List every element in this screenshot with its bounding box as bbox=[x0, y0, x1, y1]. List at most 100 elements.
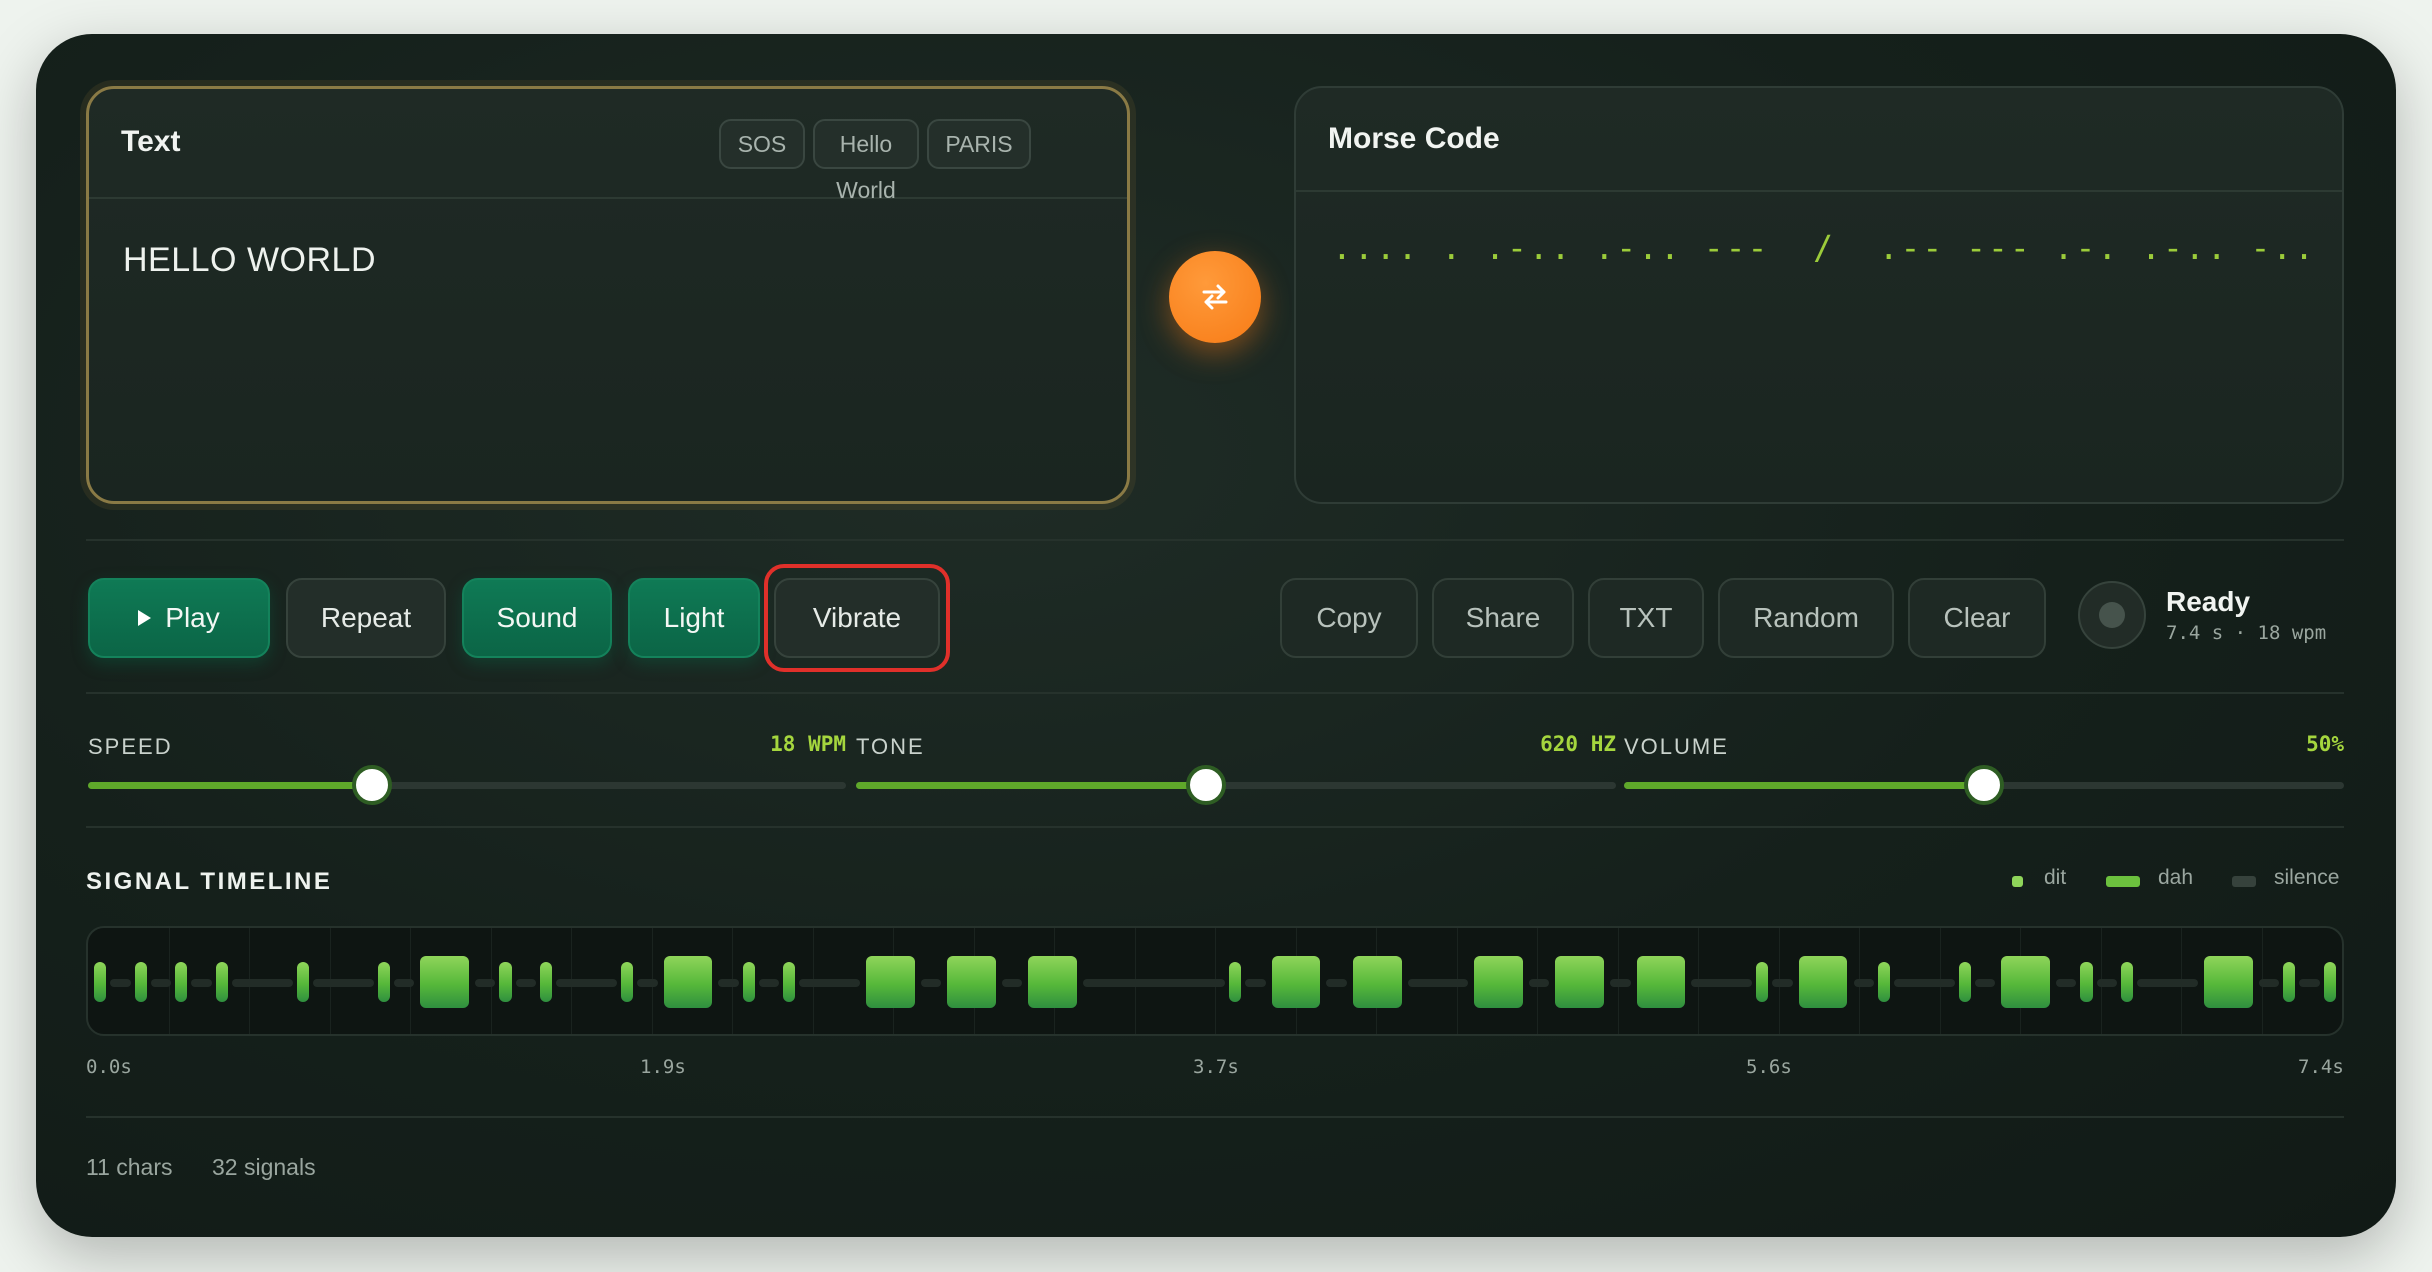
text-panel[interactable]: Text SOS Hello World PARIS HELLO WORLD bbox=[86, 86, 1130, 504]
divider bbox=[86, 826, 2344, 828]
timeline-dit bbox=[1229, 962, 1242, 1002]
morse-output[interactable]: .... . .-.. .-.. --- / .-- --- .-. .-.. … bbox=[1332, 228, 2316, 267]
timeline-dah bbox=[2001, 956, 2051, 1008]
timeline-dit bbox=[296, 962, 309, 1002]
timeline-silence bbox=[2056, 979, 2077, 987]
morse-panel[interactable]: Morse Code .... . .-.. .-.. --- / .-- --… bbox=[1294, 86, 2344, 504]
swap-button[interactable] bbox=[1169, 251, 1261, 343]
timeline-dit bbox=[783, 962, 796, 1002]
timeline-silence bbox=[1691, 979, 1753, 987]
timeline-dit bbox=[621, 962, 634, 1002]
preset-paris-chip[interactable]: PARIS bbox=[927, 119, 1031, 169]
volume-slider[interactable] bbox=[1624, 765, 2344, 805]
divider bbox=[86, 692, 2344, 694]
timeline-silence bbox=[556, 979, 617, 987]
timeline-silence bbox=[921, 979, 942, 987]
timeline-silence bbox=[1610, 979, 1631, 987]
copy-button[interactable]: Copy bbox=[1280, 578, 1418, 658]
timeline-tick: 1.9s bbox=[640, 1056, 686, 1078]
timeline-dah bbox=[663, 956, 713, 1008]
dah-legend-swatch bbox=[2106, 876, 2140, 887]
morse-panel-header: Morse Code bbox=[1296, 88, 2342, 192]
timeline-tick: 5.6s bbox=[1746, 1056, 1792, 1078]
char-count: 11 chars bbox=[86, 1154, 173, 1180]
tone-slider-thumb[interactable] bbox=[1185, 765, 1226, 805]
vibrate-button[interactable]: Vibrate bbox=[774, 578, 940, 658]
signal-timeline[interactable] bbox=[86, 926, 2344, 1036]
speed-slider[interactable] bbox=[88, 765, 846, 805]
speed-slider-thumb[interactable] bbox=[352, 765, 393, 805]
share-button[interactable]: Share bbox=[1432, 578, 1574, 658]
timeline-silence bbox=[110, 979, 131, 987]
dah-legend-label: dah bbox=[2158, 866, 2194, 889]
volume-slider-fill bbox=[1624, 782, 1984, 789]
text-panel-title: Text bbox=[121, 125, 181, 158]
random-button[interactable]: Random bbox=[1718, 578, 1894, 658]
status-title: Ready bbox=[2166, 586, 2251, 617]
volume-label: VOLUME bbox=[1624, 734, 1729, 759]
timeline-dit bbox=[742, 962, 755, 1002]
status-indicator bbox=[2078, 581, 2146, 649]
txt-button[interactable]: TXT bbox=[1588, 578, 1704, 658]
text-panel-header: Text SOS Hello World PARIS bbox=[89, 89, 1127, 203]
timeline-silence bbox=[191, 979, 212, 987]
speed-value: 18 WPM bbox=[770, 732, 846, 756]
text-input[interactable]: HELLO WORLD bbox=[123, 241, 376, 280]
timeline-silence bbox=[231, 979, 293, 987]
timeline-silence bbox=[1894, 979, 1955, 987]
swap-arrows-icon bbox=[1202, 284, 1228, 310]
divider bbox=[86, 1116, 2344, 1118]
timeline-silence bbox=[1772, 979, 1793, 987]
timeline-dah bbox=[866, 956, 916, 1008]
timeline-silence bbox=[475, 979, 496, 987]
timeline-dah bbox=[1352, 956, 1402, 1008]
clear-button[interactable]: Clear bbox=[1908, 578, 2046, 658]
play-label: Play bbox=[165, 602, 220, 633]
tone-slider[interactable] bbox=[856, 765, 1616, 805]
repeat-button[interactable]: Repeat bbox=[286, 578, 446, 658]
timeline-dah bbox=[947, 956, 997, 1008]
silence-legend-label: silence bbox=[2274, 866, 2340, 889]
timeline-silence bbox=[150, 979, 172, 987]
preset-hello-world-chip[interactable]: Hello World bbox=[813, 119, 919, 203]
timeline-tick: 0.0s bbox=[86, 1056, 132, 1078]
volume-slider-thumb[interactable] bbox=[1964, 765, 2004, 805]
timeline-silence bbox=[2137, 979, 2199, 987]
timeline-dit bbox=[134, 962, 147, 1002]
timeline-tick: 3.7s bbox=[1193, 1056, 1239, 1078]
tone-slider-fill bbox=[856, 782, 1206, 789]
play-button[interactable]: Play bbox=[88, 578, 270, 658]
timeline-silence bbox=[637, 979, 658, 987]
timeline-silence bbox=[1407, 979, 1469, 987]
preset-sos-chip[interactable]: SOS bbox=[719, 119, 805, 169]
timeline-silence bbox=[1853, 979, 1874, 987]
timeline-dit bbox=[175, 962, 188, 1002]
morse-panel-title: Morse Code bbox=[1328, 122, 1500, 155]
timeline-dah bbox=[2204, 956, 2253, 1008]
timeline-silence bbox=[799, 979, 861, 987]
timeline-dit bbox=[499, 962, 512, 1002]
signal-count: 32 signals bbox=[212, 1154, 316, 1180]
silence-legend-swatch bbox=[2232, 876, 2256, 887]
light-button[interactable]: Light bbox=[628, 578, 760, 658]
timeline-dit bbox=[1756, 962, 1769, 1002]
status-subtitle: 7.4 s · 18 wpm bbox=[2166, 622, 2327, 644]
dit-legend-swatch bbox=[2012, 876, 2023, 887]
timeline-silence bbox=[758, 979, 780, 987]
timeline-dit bbox=[539, 962, 553, 1002]
tone-label: TONE bbox=[856, 734, 925, 759]
sound-button[interactable]: Sound bbox=[462, 578, 612, 658]
timeline-dah bbox=[1555, 956, 1605, 1008]
timeline-silence bbox=[718, 979, 739, 987]
tone-value: 620 HZ bbox=[1540, 732, 1616, 756]
timeline-dit bbox=[2121, 962, 2134, 1002]
timeline-dah bbox=[1636, 956, 1686, 1008]
timeline-dah bbox=[1028, 956, 1078, 1008]
divider bbox=[86, 539, 2344, 541]
timeline-dit bbox=[377, 962, 391, 1002]
timeline-silence bbox=[2258, 979, 2280, 987]
timeline-dah bbox=[1474, 956, 1524, 1008]
dit-legend-label: dit bbox=[2044, 866, 2067, 889]
timeline-dit bbox=[215, 962, 228, 1002]
timeline-silence bbox=[312, 979, 374, 987]
